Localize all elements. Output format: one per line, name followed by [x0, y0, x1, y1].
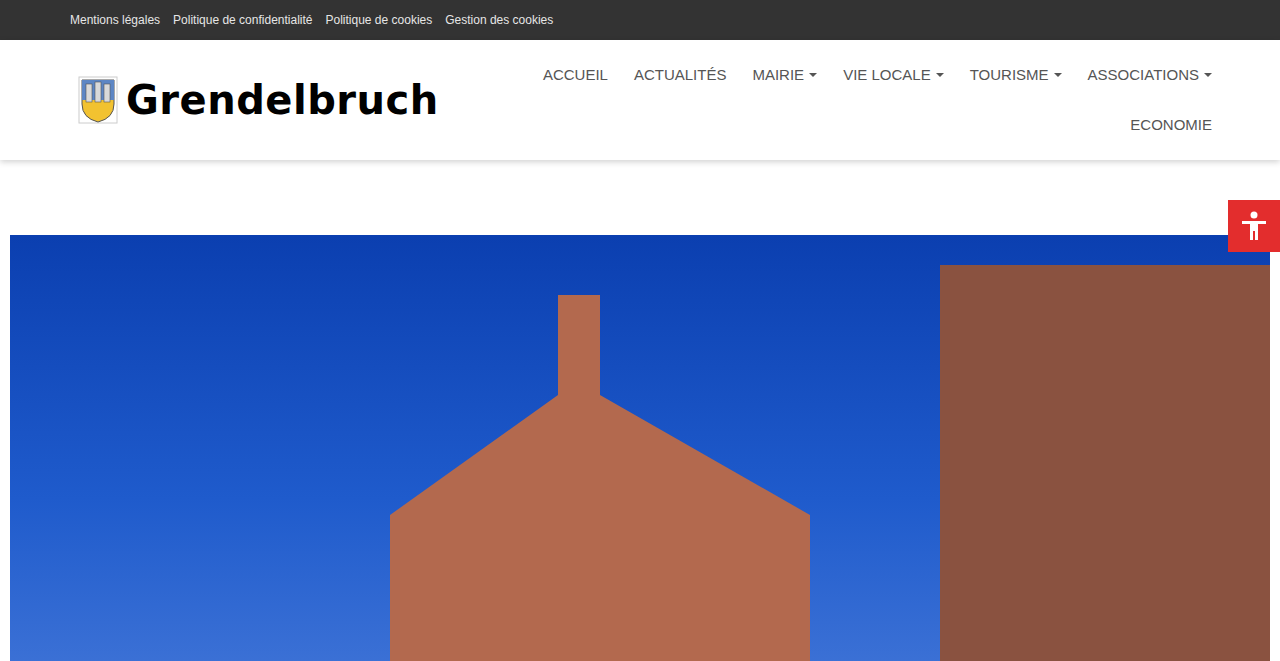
caret-icon — [1054, 73, 1062, 77]
nav-label: ACCUEIL — [543, 64, 608, 87]
caret-icon — [936, 73, 944, 77]
nav-item[interactable]: ACTUALITÉS — [621, 50, 740, 100]
top-link[interactable]: Mentions légales — [70, 11, 160, 29]
nav-label: ECONOMIE — [1130, 114, 1212, 137]
top-link[interactable]: Politique de cookies — [326, 11, 433, 29]
caret-icon — [809, 73, 817, 77]
accessibility-button[interactable] — [1228, 200, 1280, 252]
fountain-shape — [940, 265, 1270, 661]
nav-label: ASSOCIATIONS — [1088, 64, 1199, 87]
town-hall-photo — [10, 235, 1270, 661]
nav-label: MAIRIE — [752, 64, 804, 87]
nav-label: VIE LOCALE — [843, 64, 931, 87]
caret-icon — [1204, 73, 1212, 77]
site-logo[interactable]: Grendelbruch — [55, 40, 439, 160]
main-nav: ACCUEIL ACTUALITÉS MAIRIE VIE LOCALE TOURISM… — [439, 40, 1225, 150]
nav-label: TOURISME — [970, 64, 1049, 87]
nav-item[interactable]: ASSOCIATIONS — [1075, 50, 1225, 100]
nav-label: ACTUALITÉS — [634, 64, 727, 87]
accessibility-icon — [1237, 209, 1271, 243]
nav-item[interactable]: VIE LOCALE — [830, 50, 957, 100]
site-name: Grendelbruch — [126, 76, 439, 124]
top-link[interactable]: Gestion des cookies — [445, 11, 553, 29]
nav-item[interactable]: ECONOMIE — [1117, 100, 1225, 150]
nav-item[interactable]: ACCUEIL — [530, 50, 621, 100]
top-bar: Mentions légales Politique de confidentia… — [0, 0, 1280, 40]
building-shape — [390, 295, 810, 661]
top-link[interactable]: Politique de confidentialité — [173, 11, 312, 29]
nav-item[interactable]: MAIRIE — [739, 50, 830, 100]
top-links: Mentions légales Politique de confidentia… — [0, 0, 1280, 40]
nav-item[interactable]: TOURISME — [957, 50, 1075, 100]
site-header: Grendelbruch ACCUEIL ACTUALITÉS MAIRIE VIE … — [0, 40, 1280, 160]
coat-of-arms-icon — [78, 76, 118, 124]
